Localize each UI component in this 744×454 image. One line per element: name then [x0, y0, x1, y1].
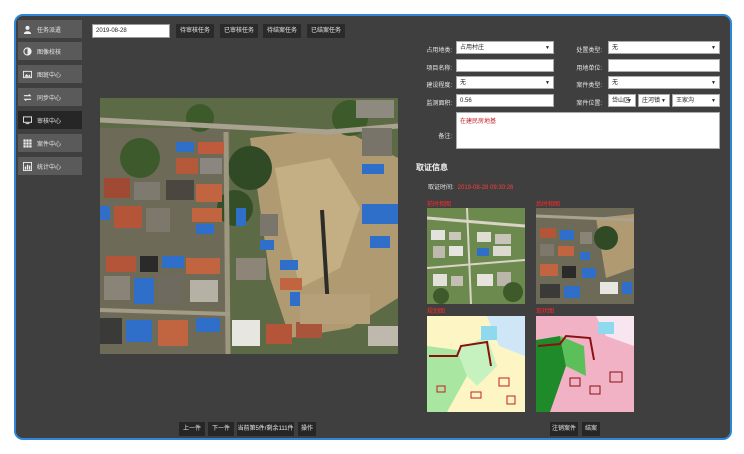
evidence-time-row: 取证时间: 2019-08-28 09:30:26 [428, 182, 513, 191]
build-stage-label: 建设程度: [426, 83, 452, 89]
sidebar: 任务派遣 图像校核 图斑中心 同步中心 审核中心 案件中心 统计中心 [16, 16, 84, 438]
sidebar-item-task-dispatch[interactable]: 任务派遣 [18, 20, 82, 38]
chevron-down-icon: ▼ [711, 45, 716, 51]
sidebar-item-label: 案件中心 [37, 141, 62, 148]
sidebar-item-patch-center[interactable]: 图斑中心 [18, 65, 82, 83]
after-image-label: 后时相图 [536, 202, 561, 208]
chevron-down-icon: ▼ [711, 98, 716, 104]
remarks-textarea[interactable]: 在建民房地基 [456, 112, 720, 149]
prev-case-button[interactable]: 上一件 [179, 422, 205, 436]
after-image[interactable] [536, 208, 634, 304]
current-image-label: 现状图 [536, 309, 555, 315]
district-select[interactable]: 岱山区 ▼ [608, 94, 636, 107]
evidence-title: 取证信息 [416, 163, 448, 172]
handling-type-select[interactable]: 无 ▼ [608, 41, 720, 54]
case-location-label: 案件位置: [576, 101, 602, 107]
evidence-time-label: 取证时间: [428, 185, 454, 191]
case-type-select[interactable]: 无 ▼ [608, 76, 720, 89]
project-name-input[interactable] [456, 59, 554, 72]
plan-image-label: 规划图 [427, 309, 446, 315]
land-user-label: 用地单位: [576, 66, 602, 72]
pending-review-button[interactable]: 待审核任务 [176, 24, 214, 38]
chart-icon [22, 161, 32, 171]
contrast-icon [22, 46, 32, 56]
chevron-down-icon: ▼ [545, 45, 550, 51]
sync-icon [22, 92, 32, 102]
sidebar-item-label: 任务派遣 [37, 27, 62, 34]
date-input[interactable]: 2019-08-28 [92, 24, 170, 38]
pagination-status: 当前第5件/剩余111件 [237, 422, 294, 436]
sidebar-item-case-center[interactable]: 案件中心 [18, 134, 82, 152]
sidebar-item-label: 审核中心 [37, 118, 62, 125]
chevron-down-icon: ▼ [661, 98, 666, 104]
sidebar-item-image-check[interactable]: 图像校核 [18, 42, 82, 60]
image-icon [22, 69, 32, 79]
pending-close-button[interactable]: 待结案任务 [263, 24, 301, 38]
user-icon [22, 24, 32, 34]
monitor-area-input[interactable]: 0.56 [456, 94, 554, 107]
aerial-photo[interactable] [99, 98, 399, 355]
cancel-case-button[interactable]: 注销案件 [550, 422, 578, 436]
closed-button[interactable]: 已结案任务 [307, 24, 345, 38]
chevron-down-icon: ▼ [545, 80, 550, 86]
case-type-label: 案件类型: [576, 83, 602, 89]
occupied-type-label: 占用地类: [426, 48, 452, 54]
land-user-input[interactable] [608, 59, 720, 72]
grid-icon [22, 138, 32, 148]
sidebar-item-label: 统计中心 [37, 164, 62, 171]
current-image[interactable] [536, 316, 634, 412]
chevron-down-icon: ▼ [711, 80, 716, 86]
build-stage-select[interactable]: 无 ▼ [456, 76, 554, 89]
occupied-type-select[interactable]: 占用村庄 ▼ [456, 41, 554, 54]
sidebar-item-label: 图斑中心 [37, 72, 62, 79]
sidebar-item-label: 图像校核 [37, 49, 62, 56]
close-case-button[interactable]: 结案 [582, 422, 600, 436]
evidence-time-value: 2019-08-28 09:30:26 [457, 185, 514, 191]
monitor-icon [22, 115, 32, 125]
sidebar-item-sync-center[interactable]: 同步中心 [18, 88, 82, 106]
handling-type-label: 处置类型: [576, 48, 602, 54]
before-image-label: 前时相图 [427, 202, 452, 208]
remarks-label: 备注: [438, 134, 452, 140]
chevron-down-icon: ▼ [627, 98, 632, 104]
sidebar-item-label: 同步中心 [37, 95, 62, 102]
plan-image[interactable] [427, 316, 525, 412]
sidebar-item-review-center[interactable]: 审核中心 [18, 111, 82, 129]
app-window: 任务派遣 图像校核 图斑中心 同步中心 审核中心 案件中心 统计中心 2019-… [14, 14, 732, 440]
before-image[interactable] [427, 208, 525, 304]
monitor-area-label: 监测面积: [426, 101, 452, 107]
project-name-label: 项目名称: [426, 66, 452, 72]
town-select[interactable]: 庄河镇 ▼ [638, 94, 670, 107]
operation-button[interactable]: 操作 [298, 422, 316, 436]
sidebar-item-stats-center[interactable]: 统计中心 [18, 157, 82, 175]
village-select[interactable]: 王家沟 ▼ [672, 94, 720, 107]
reviewed-button[interactable]: 已审核任务 [220, 24, 258, 38]
next-case-button[interactable]: 下一件 [208, 422, 234, 436]
